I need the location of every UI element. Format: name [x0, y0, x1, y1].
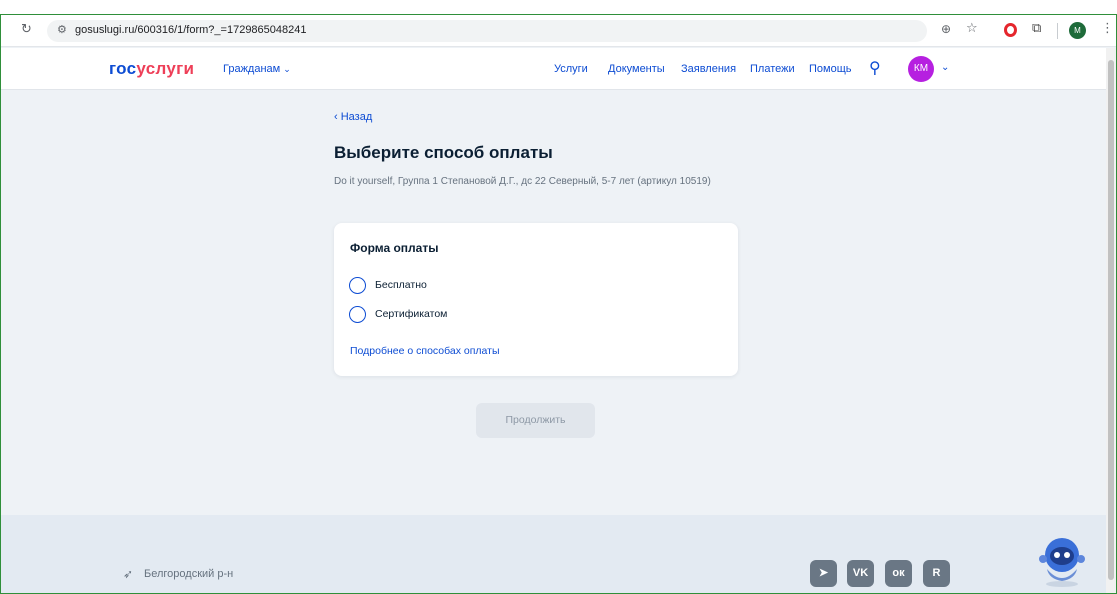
- nav-documents[interactable]: Документы: [608, 63, 665, 75]
- ok-icon[interactable]: ок: [885, 560, 912, 587]
- toolbar-divider: [1057, 23, 1058, 39]
- payment-form-title: Форма оплаты: [350, 241, 439, 255]
- audience-dropdown[interactable]: Гражданам ⌄: [223, 63, 291, 75]
- radio-label[interactable]: Бесплатно: [375, 279, 427, 291]
- page-title: Выберите способ оплаты: [334, 143, 553, 162]
- logo-part-uslugi: услуги: [136, 59, 195, 78]
- location-arrow-icon[interactable]: ➶: [123, 567, 133, 581]
- site-header: госуслуги Гражданам ⌄ Услуги Документы З…: [1, 48, 1106, 90]
- gosuslugi-logo[interactable]: госуслуги: [109, 59, 194, 79]
- radio-label[interactable]: Сертификатом: [375, 308, 447, 320]
- scrollbar-thumb[interactable]: [1108, 60, 1114, 580]
- payment-methods-info-link[interactable]: Подробнее о способах оплаты: [350, 345, 500, 357]
- url-text[interactable]: gosuslugi.ru/600316/1/form?_=17298650482…: [75, 24, 307, 36]
- radio-button[interactable]: [349, 277, 366, 294]
- bookmark-star-icon[interactable]: ☆: [966, 21, 978, 36]
- page-scrollbar[interactable]: [1106, 48, 1116, 593]
- service-description: Do it yourself, Группа 1 Степановой Д.Г.…: [334, 176, 711, 187]
- location-label[interactable]: Белгородский р-н: [144, 568, 233, 580]
- vk-icon[interactable]: VK: [847, 560, 874, 587]
- zoom-icon[interactable]: ⊕: [941, 22, 951, 36]
- chevron-down-icon[interactable]: ⌄: [941, 62, 949, 73]
- extensions-icon[interactable]: ⧉: [1032, 21, 1041, 36]
- assistant-robot-icon[interactable]: [1035, 529, 1089, 589]
- browser-profile-icon[interactable]: M: [1069, 22, 1086, 39]
- browser-menu-icon[interactable]: ⋮: [1101, 21, 1114, 36]
- reload-icon[interactable]: ↻: [21, 22, 32, 37]
- browser-toolbar: ↻ ⚙ gosuslugi.ru/600316/1/form?_=1729865…: [1, 15, 1116, 47]
- search-icon[interactable]: ⚲: [869, 58, 881, 77]
- back-link[interactable]: ‹ Назад: [334, 111, 372, 123]
- nav-help[interactable]: Помощь: [809, 63, 852, 75]
- address-bar[interactable]: ⚙ gosuslugi.ru/600316/1/form?_=172986504…: [47, 20, 927, 42]
- nav-services[interactable]: Услуги: [554, 63, 588, 75]
- nav-applications[interactable]: Заявления: [681, 63, 736, 75]
- footer: ➶ Белгородский р-н ➤ VK ок R: [1, 515, 1106, 593]
- audience-label: Гражданам: [223, 63, 281, 75]
- payment-form-card: Форма оплаты Бесплатно Сертификатом Подр…: [334, 223, 738, 376]
- nav-payments[interactable]: Платежи: [750, 63, 795, 75]
- site-settings-icon[interactable]: ⚙: [57, 23, 67, 36]
- avatar[interactable]: КМ: [908, 56, 934, 82]
- telegram-icon[interactable]: ➤: [810, 560, 837, 587]
- logo-part-gos: гос: [109, 59, 137, 78]
- chevron-down-icon: ⌄: [283, 65, 291, 75]
- radio-button[interactable]: [349, 306, 366, 323]
- rutube-icon[interactable]: R: [923, 560, 950, 587]
- browser-window: ↻ ⚙ gosuslugi.ru/600316/1/form?_=1729865…: [0, 14, 1117, 594]
- opera-extension-icon[interactable]: [1004, 23, 1017, 37]
- continue-button[interactable]: Продолжить: [476, 403, 595, 438]
